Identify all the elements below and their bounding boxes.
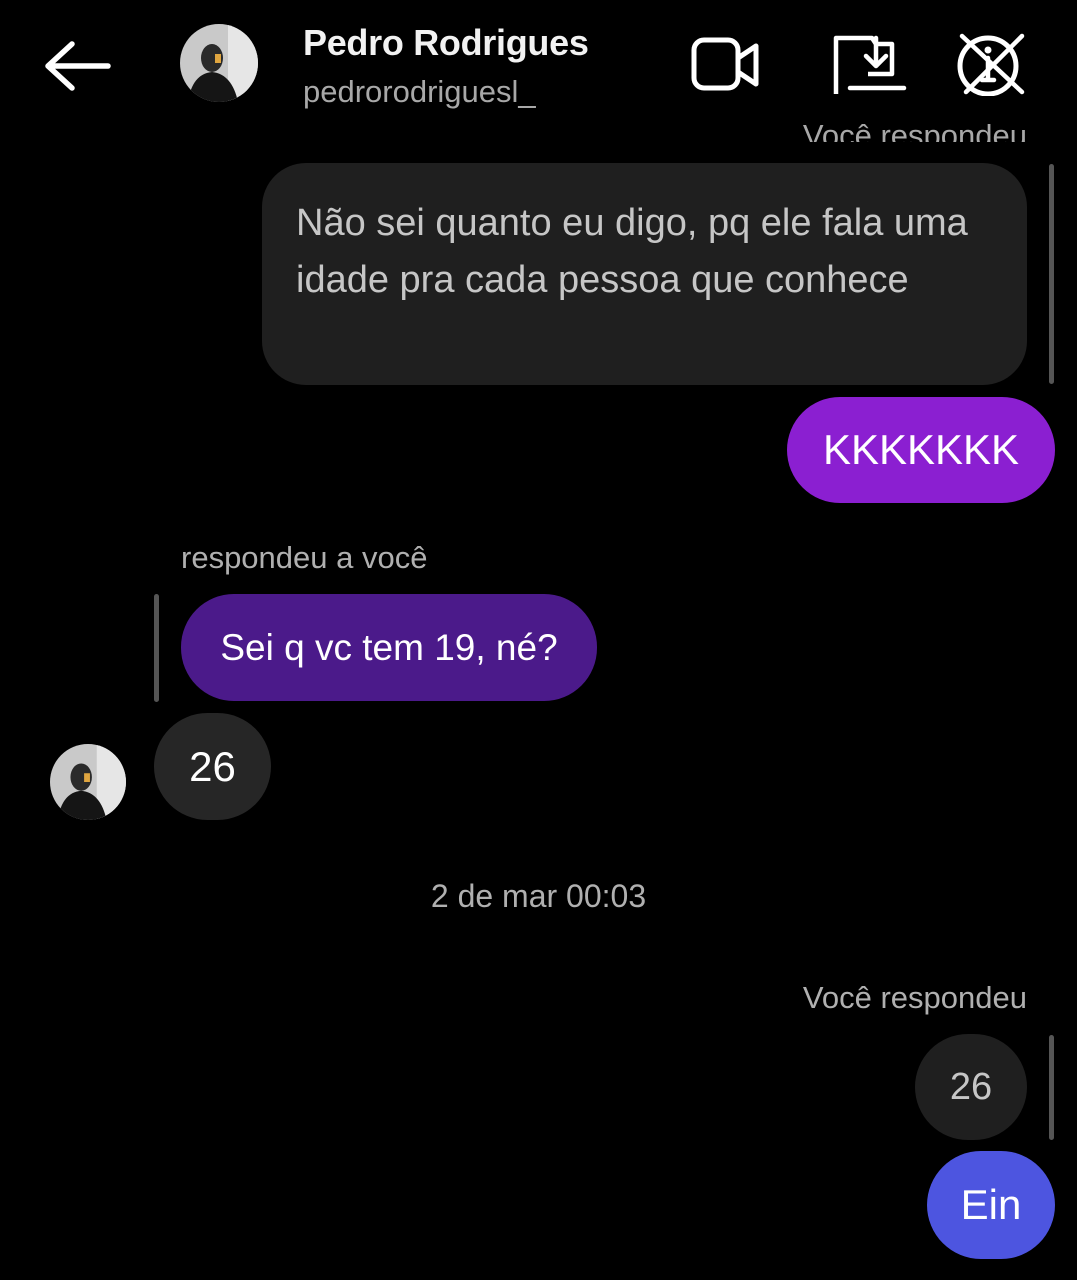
reply-indicator-bar — [1049, 164, 1054, 384]
sender-avatar[interactable] — [50, 744, 126, 820]
info-icon — [957, 33, 1025, 97]
contact-avatar[interactable] — [180, 24, 258, 102]
flag-button[interactable] — [828, 30, 908, 96]
video-call-icon — [691, 37, 759, 91]
received-message-bubble[interactable]: 26 — [154, 713, 271, 820]
timestamp: 2 de mar 00:03 — [430, 878, 647, 914]
video-call-button[interactable] — [690, 34, 762, 96]
replied-to-you-label: respondeu a você — [181, 540, 428, 575]
cut-off-reply-label: Você respondeu — [802, 118, 1027, 142]
reply-indicator-bar — [154, 594, 159, 702]
quoted-own-message-bubble[interactable]: 26 — [915, 1034, 1027, 1140]
quoted-reply-bubble[interactable]: Sei q vc tem 19, né? — [181, 594, 597, 701]
info-button[interactable] — [952, 30, 1032, 97]
back-arrow-icon — [45, 41, 111, 91]
you-replied-label: Você respondeu — [802, 980, 1027, 1015]
back-button[interactable] — [40, 36, 112, 96]
sent-message-bubble[interactable]: KKKKKKK — [787, 397, 1055, 503]
contact-name: Pedro Rodrigues — [303, 22, 589, 63]
sent-message-bubble[interactable]: Ein — [927, 1151, 1055, 1259]
flag-download-icon — [833, 35, 907, 94]
reply-indicator-bar — [1049, 1035, 1054, 1140]
quoted-message-bubble[interactable]: Não sei quanto eu digo, pq ele fala uma … — [262, 163, 1027, 385]
